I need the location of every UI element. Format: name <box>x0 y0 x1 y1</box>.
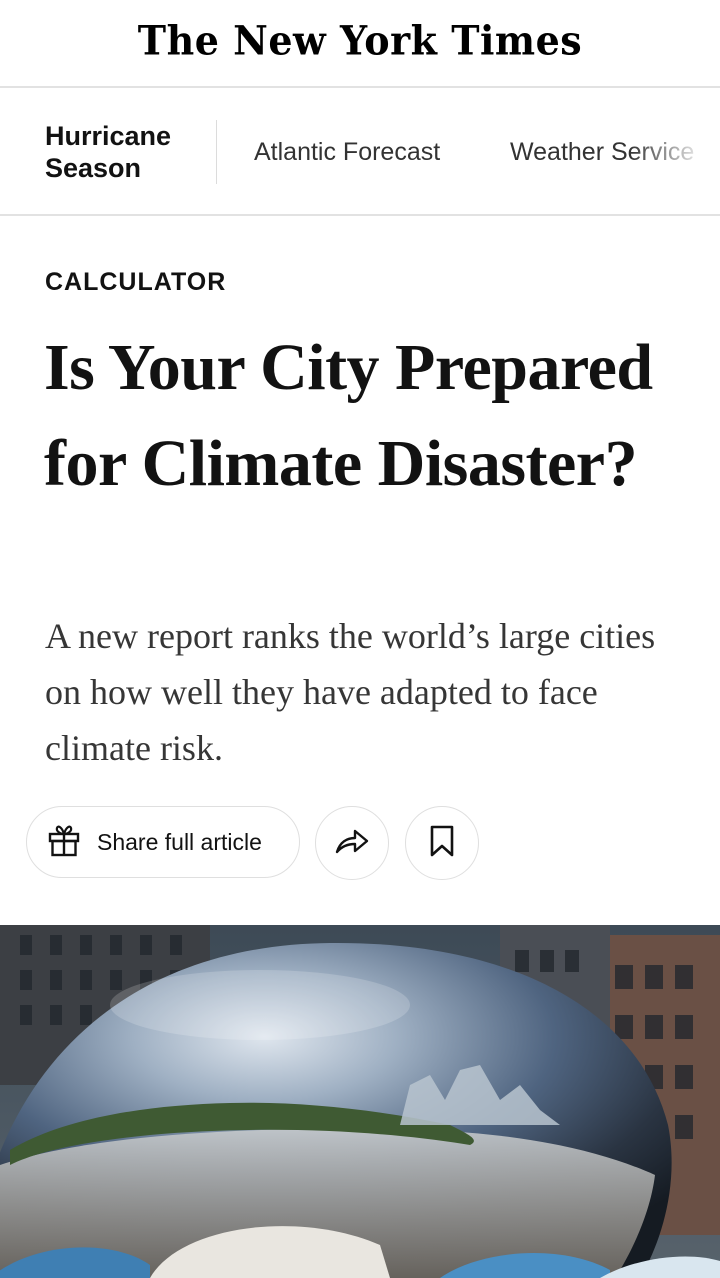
share-full-article-button[interactable]: Share full article <box>26 806 300 878</box>
save-button[interactable] <box>405 806 479 880</box>
nav-divider <box>216 120 217 184</box>
forward-button[interactable] <box>315 806 389 880</box>
bookmark-icon <box>429 825 455 862</box>
nyt-logo[interactable]: The New York Times <box>138 16 582 63</box>
gift-icon <box>45 821 83 864</box>
forward-arrow-icon <box>334 826 370 861</box>
article-kicker: CALCULATOR <box>45 268 227 296</box>
lead-image <box>0 925 720 1278</box>
share-label: Share full article <box>97 828 262 855</box>
section-nav: Hurricane Season Atlantic Forecast Weath… <box>0 90 720 216</box>
masthead: The New York Times <box>0 0 720 88</box>
section-label[interactable]: Hurricane Season <box>45 120 205 184</box>
nav-link-weather-service[interactable]: Weather Service <box>510 138 694 167</box>
article-summary: A new report ranks the world’s large cit… <box>45 616 656 768</box>
nav-link-atlantic-forecast[interactable]: Atlantic Forecast <box>254 138 440 167</box>
article-headline: Is Your City Prepared for Climate Disast… <box>44 331 653 500</box>
